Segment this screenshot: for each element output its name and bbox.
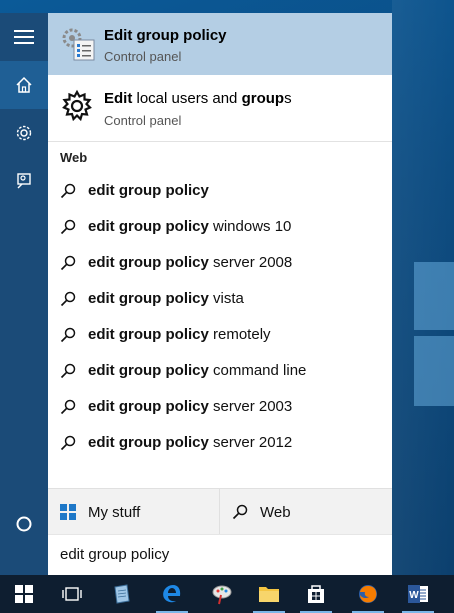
suggestion-text: edit group policy remotely	[88, 326, 271, 343]
svg-text:W: W	[409, 590, 419, 601]
search-scope-bar: My stuff Web	[48, 488, 392, 535]
start-rail	[0, 13, 48, 575]
local-result-subtitle: Control panel	[104, 113, 182, 128]
web-suggestion[interactable]: edit group policy server 2008	[48, 245, 392, 281]
web-scope-button[interactable]: Web	[220, 489, 392, 535]
settings-button[interactable]	[0, 109, 48, 157]
web-suggestion[interactable]: edit group policy vista	[48, 281, 392, 317]
home-button[interactable]	[0, 61, 48, 109]
best-match-subtitle: Control panel	[104, 49, 182, 64]
suggestion-text: edit group policy vista	[88, 290, 244, 307]
taskbar: W	[0, 575, 454, 613]
suggestion-text: edit group policy windows 10	[88, 218, 292, 235]
web-section-header: Web	[60, 150, 88, 165]
best-match-title: Edit group policy	[104, 27, 227, 44]
feedback-button[interactable]	[0, 157, 48, 205]
local-title-part-edit: Edit	[104, 90, 133, 107]
firefox-icon	[359, 585, 377, 603]
my-stuff-label: My stuff	[88, 503, 141, 521]
word-taskbar-button[interactable]: W	[394, 575, 442, 613]
search-icon	[60, 363, 76, 379]
feedback-icon	[17, 173, 31, 189]
windows-icon	[60, 504, 76, 520]
task-view-icon	[62, 587, 82, 601]
store-taskbar-button[interactable]	[292, 575, 340, 613]
gear-icon	[62, 89, 92, 122]
search-icon	[60, 255, 76, 271]
search-icon	[60, 327, 76, 343]
best-match-result[interactable]: Edit group policy Control panel	[48, 13, 392, 75]
local-title-part-middle: local users and	[132, 90, 242, 107]
divider	[48, 141, 392, 142]
windows-start-icon	[15, 585, 33, 603]
task-view-button[interactable]	[48, 575, 96, 613]
home-icon	[16, 76, 32, 93]
menu-button[interactable]	[0, 13, 48, 61]
store-icon	[308, 585, 324, 603]
hamburger-icon	[14, 30, 34, 44]
search-icon	[60, 399, 76, 415]
search-icon	[60, 183, 76, 199]
cortana-button[interactable]	[0, 500, 48, 548]
suggestion-text: edit group policy	[88, 182, 209, 199]
windows-logo-wallpaper	[404, 262, 454, 412]
paint-taskbar-button[interactable]	[198, 575, 246, 613]
web-suggestion[interactable]: edit group policy remotely	[48, 317, 392, 353]
group-policy-icon	[62, 28, 95, 61]
web-suggestion[interactable]: edit group policy windows 10	[48, 209, 392, 245]
suggestion-text: edit group policy server 2008	[88, 254, 293, 271]
suggestion-text: edit group policy server 2003	[88, 398, 293, 415]
local-result-title: Edit local users and groups	[104, 90, 292, 107]
search-icon	[60, 291, 76, 307]
gear-icon	[16, 125, 32, 141]
search-icon	[60, 435, 76, 451]
suggestion-text: edit group policy server 2012	[88, 434, 293, 451]
local-title-part-s: s	[284, 90, 292, 107]
firefox-taskbar-button[interactable]	[344, 575, 392, 613]
local-users-groups-result[interactable]: Edit local users and groups Control pane…	[48, 75, 392, 141]
paint-app-icon	[212, 585, 232, 605]
suggestion-text: edit group policy command line	[88, 362, 307, 379]
edge-browser-icon	[163, 585, 181, 603]
notepad-app-icon	[114, 584, 130, 604]
search-query-text: edit group policy	[60, 546, 170, 563]
search-input[interactable]: edit group policy	[48, 534, 392, 575]
word-icon: W	[408, 585, 428, 603]
file-explorer-taskbar-button[interactable]	[245, 575, 293, 613]
web-suggestion[interactable]: edit group policy server 2012	[48, 425, 392, 461]
file-explorer-icon	[259, 587, 279, 602]
my-stuff-scope-button[interactable]: My stuff	[48, 489, 220, 535]
web-suggestion[interactable]: edit group policy server 2003	[48, 389, 392, 425]
web-scope-label: Web	[260, 503, 291, 521]
notepad-taskbar-button[interactable]	[98, 575, 146, 613]
search-icon	[232, 504, 248, 520]
edge-taskbar-button[interactable]	[148, 575, 196, 613]
web-suggestion[interactable]: edit group policy command line	[48, 353, 392, 389]
web-suggestion[interactable]: edit group policy	[48, 173, 392, 209]
search-results-panel: Edit group policy Control panel Edit loc…	[48, 13, 392, 575]
start-button[interactable]	[0, 575, 48, 613]
cortana-circle-icon	[16, 516, 32, 532]
local-title-part-group: group	[241, 90, 285, 107]
search-icon	[60, 219, 76, 235]
